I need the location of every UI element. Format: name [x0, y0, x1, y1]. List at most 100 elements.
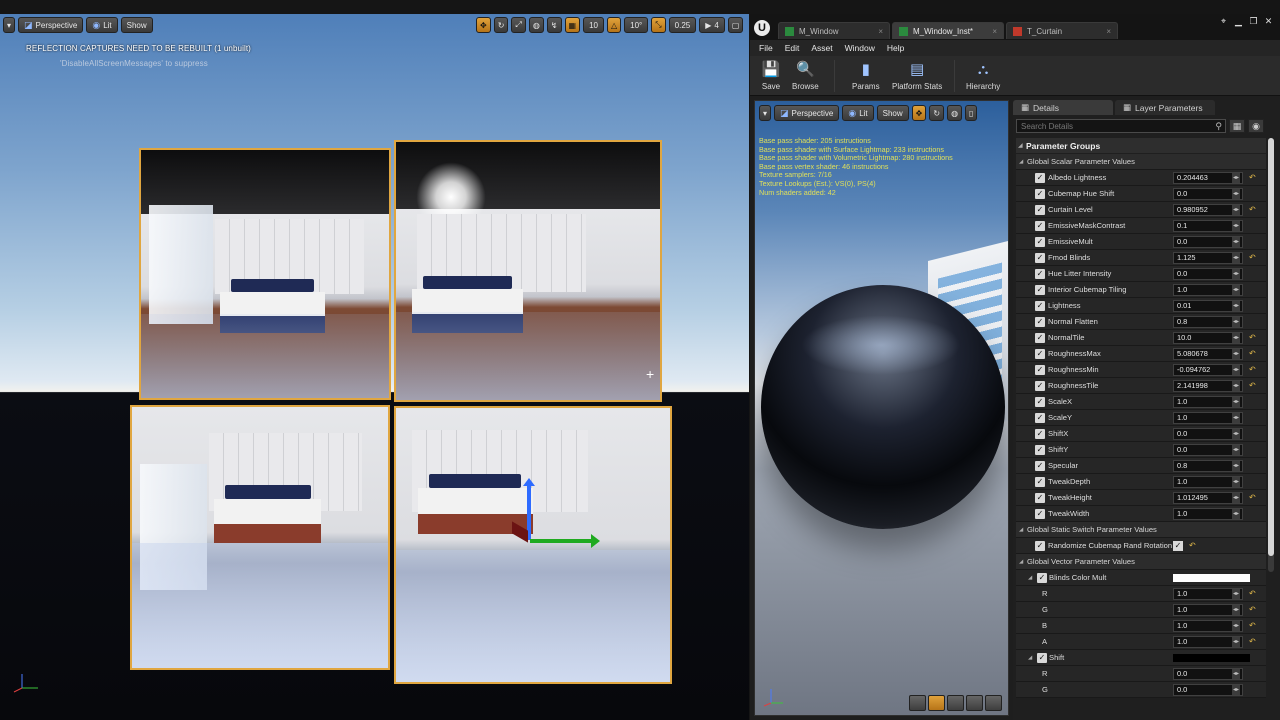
reset-to-default-icon[interactable]: ↶	[1189, 541, 1196, 550]
details-scrollbar[interactable]	[1268, 138, 1274, 572]
override-checkbox[interactable]: ✓	[1035, 508, 1045, 519]
rotation-snap-toggle[interactable]: △	[606, 17, 622, 33]
value-field[interactable]: 1.0 ◂▸	[1173, 635, 1243, 648]
global-scalar-parameters-group[interactable]: Global Scalar Parameter Values	[1016, 154, 1266, 170]
override-checkbox[interactable]: ✓	[1035, 252, 1045, 263]
sphere-shape-button[interactable]	[928, 695, 945, 711]
preview-maximize-button[interactable]: ▯	[965, 105, 978, 121]
override-checkbox[interactable]: ✓	[1035, 172, 1045, 183]
value-field[interactable]: 10.0 ◂▸	[1173, 331, 1243, 344]
maximize-viewport-button[interactable]: ▢	[727, 17, 744, 33]
global-vector-parameters-group[interactable]: Global Vector Parameter Values	[1016, 554, 1266, 570]
preview-world-button[interactable]: ◍	[947, 105, 963, 121]
spin-arrows-icon[interactable]: ◂▸	[1232, 604, 1240, 615]
grid-snap-toggle[interactable]: ▦	[564, 17, 581, 33]
override-checkbox[interactable]: ✓	[1037, 652, 1047, 663]
reset-to-default-icon[interactable]: ↶	[1249, 637, 1256, 646]
override-checkbox[interactable]: ✓	[1035, 348, 1045, 359]
mesh-shape-button[interactable]	[985, 695, 1002, 711]
view-mode-button[interactable]: ◪ Perspective	[18, 17, 84, 33]
value-field[interactable]: 1.125 ◂▸	[1173, 251, 1243, 264]
value-field[interactable]: 0.0 ◂▸	[1173, 235, 1243, 248]
spin-arrows-icon[interactable]: ◂▸	[1232, 252, 1240, 263]
override-checkbox[interactable]: ✓	[1035, 204, 1045, 215]
close-tab-icon[interactable]: ×	[1106, 27, 1111, 36]
spin-arrows-icon[interactable]: ◂▸	[1232, 620, 1240, 631]
value-field[interactable]: 0.0 ◂▸	[1173, 443, 1243, 456]
menu-asset[interactable]: Asset	[811, 40, 838, 56]
value-field[interactable]: -0.094762 ◂▸	[1173, 363, 1243, 376]
lit-mode-button[interactable]: ◉ Lit	[86, 17, 118, 33]
reset-to-default-icon[interactable]: ↶	[1249, 381, 1256, 390]
details-search-input[interactable]: Search Details ⚲	[1016, 119, 1226, 133]
reset-to-default-icon[interactable]: ↶	[1249, 365, 1256, 374]
spin-arrows-icon[interactable]: ◂▸	[1232, 172, 1240, 183]
restore-button[interactable]: ❐	[1248, 16, 1259, 27]
cylinder-shape-button[interactable]	[909, 695, 926, 711]
scale-snap-toggle[interactable]: ⤡	[651, 17, 666, 33]
override-checkbox[interactable]: ✓	[1035, 300, 1045, 311]
reset-to-default-icon[interactable]: ↶	[1249, 333, 1256, 342]
cube-shape-button[interactable]	[966, 695, 983, 711]
override-checkbox[interactable]: ✓	[1035, 316, 1045, 327]
value-field[interactable]: 0.204463 ◂▸	[1173, 171, 1243, 184]
spin-arrows-icon[interactable]: ◂▸	[1232, 428, 1240, 439]
reset-to-default-icon[interactable]: ↶	[1249, 605, 1256, 614]
preview-lit-button[interactable]: ◉ Lit	[842, 105, 874, 121]
transform-gizmo[interactable]	[510, 478, 600, 574]
override-checkbox[interactable]: ✓	[1035, 364, 1045, 375]
value-field[interactable]: 1.0 ◂▸	[1173, 395, 1243, 408]
spin-arrows-icon[interactable]: ◂▸	[1232, 348, 1240, 359]
show-button[interactable]: Show	[120, 17, 153, 33]
value-field[interactable]: 0.0 ◂▸	[1173, 267, 1243, 280]
reset-to-default-icon[interactable]: ↶	[1249, 205, 1256, 214]
platform-stats-button[interactable]: ▤ Platform Stats	[892, 58, 942, 91]
spin-arrows-icon[interactable]: ◂▸	[1232, 316, 1240, 327]
tab-m-window-inst[interactable]: M_Window_Inst* ×	[892, 22, 1004, 39]
override-checkbox[interactable]: ✓	[1035, 380, 1045, 391]
value-field[interactable]: 2.141998 ◂▸	[1173, 379, 1243, 392]
preview-options-button[interactable]: ▾	[759, 105, 772, 121]
window-panel-top-right[interactable]	[394, 140, 662, 402]
material-preview-viewport[interactable]: ▾ ◪ Perspective ◉ Lit Show ✥ ↻ ◍ ▯ Base pa…	[754, 100, 1009, 716]
vector-parameter-row[interactable]: ✓Blinds Color Mult	[1016, 570, 1266, 586]
tab-details[interactable]: ▦ Details	[1013, 100, 1113, 115]
reset-to-default-icon[interactable]: ↶	[1249, 173, 1256, 182]
spin-arrows-icon[interactable]: ◂▸	[1232, 204, 1240, 215]
close-tab-icon[interactable]: ×	[878, 27, 883, 36]
value-field[interactable]: 5.080678 ◂▸	[1173, 347, 1243, 360]
value-field[interactable]: 0.0 ◂▸	[1173, 187, 1243, 200]
spin-arrows-icon[interactable]: ◂▸	[1232, 460, 1240, 471]
override-checkbox[interactable]: ✓	[1035, 492, 1045, 503]
reset-to-default-icon[interactable]: ↶	[1249, 253, 1256, 262]
parameter-groups-header[interactable]: Parameter Groups	[1016, 138, 1266, 153]
override-checkbox[interactable]: ✓	[1035, 284, 1045, 295]
scale-tool-button[interactable]: ⤢	[511, 17, 526, 33]
spin-arrows-icon[interactable]: ◂▸	[1232, 332, 1240, 343]
value-field[interactable]: 0.01 ◂▸	[1173, 299, 1243, 312]
color-swatch[interactable]	[1173, 573, 1250, 582]
window-panel-top-left[interactable]	[139, 148, 391, 400]
spin-arrows-icon[interactable]: ◂▸	[1232, 188, 1240, 199]
value-field[interactable]: 0.980952 ◂▸	[1173, 203, 1243, 216]
details-scrollbar-thumb[interactable]	[1268, 138, 1274, 556]
rotate-tool-button[interactable]: ↻	[493, 17, 509, 33]
minimize-button[interactable]: ▁	[1233, 16, 1244, 27]
spin-arrows-icon[interactable]: ◂▸	[1232, 236, 1240, 247]
reset-to-default-icon[interactable]: ↶	[1249, 589, 1256, 598]
viewport-options-button[interactable]: ▾	[3, 17, 16, 33]
menu-file[interactable]: File	[759, 40, 779, 56]
switch-value-checkbox[interactable]: ✓	[1173, 540, 1183, 551]
preview-view-mode-button[interactable]: ◪ Perspective	[774, 105, 840, 121]
value-field[interactable]: 1.0 ◂▸	[1173, 475, 1243, 488]
save-button[interactable]: 💾 Save	[760, 58, 782, 91]
translate-tool-button[interactable]: ✥	[476, 17, 491, 33]
value-field[interactable]: 0.0 ◂▸	[1173, 667, 1243, 680]
override-checkbox[interactable]: ✓	[1035, 476, 1045, 487]
camera-speed-button[interactable]: ▶ 4	[699, 17, 725, 33]
world-local-button[interactable]: ◍	[528, 17, 544, 33]
property-matrix-icon[interactable]: ▦	[1229, 119, 1245, 133]
reset-to-default-icon[interactable]: ↶	[1249, 349, 1256, 358]
value-field[interactable]: 1.0 ◂▸	[1173, 587, 1243, 600]
spin-arrows-icon[interactable]: ◂▸	[1232, 492, 1240, 503]
